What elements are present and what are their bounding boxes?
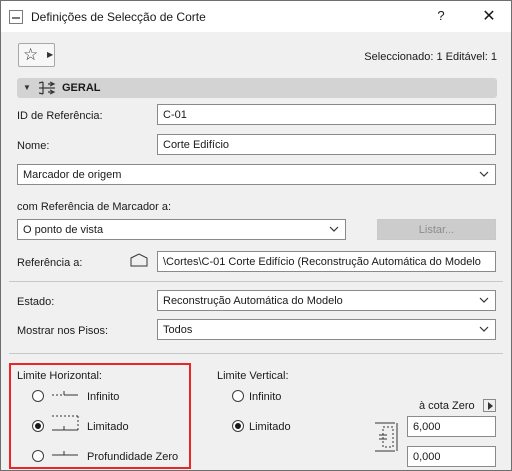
ref-id-field[interactable]: C-01 [157,104,496,125]
show-floors-select-value: Todos [163,324,193,336]
marker-ref-label: com Referência de Marcador a: [17,201,172,213]
zero-elevation-toggle[interactable] [483,399,496,412]
horizontal-limited-radio[interactable] [32,420,44,432]
vertical-limited-radio[interactable] [232,420,244,432]
dialog-window: Definições de Selecção de Corte ? ✕ ☆ ▶ … [0,0,512,471]
horizontal-limited-label[interactable]: Limitado [87,421,129,433]
list-button[interactable]: Listar... [377,219,496,240]
top-elevation-field[interactable]: 6,000 [407,416,496,437]
chevron-down-icon [329,226,339,232]
horizontal-limit-label: Limite Horizontal: [17,370,102,382]
horizontal-zero-depth-radio[interactable] [32,450,44,462]
zero-elevation-label: à cota Zero [419,400,475,412]
name-label: Nome: [17,140,50,152]
favorites-button[interactable]: ☆ ▶ [18,43,55,67]
marker-select-value: Marcador de origem [23,169,122,181]
arrow-right-icon: ▶ [47,50,54,59]
chevron-down-icon [479,326,489,332]
help-button[interactable]: ? [431,8,451,23]
collapse-triangle-icon[interactable]: ▼ [23,83,31,92]
section-header-general[interactable]: ▼ GERAL [17,78,497,98]
reference-label: Referência a: [17,257,83,269]
zero-depth-icon [52,451,78,456]
chevron-down-icon [479,171,489,177]
horizontal-infinite-radio[interactable] [32,390,44,402]
vertical-limited-label[interactable]: Limitado [249,421,291,433]
selection-info: Seleccionado: 1 Editável: 1 [364,51,497,63]
vertical-range-icon [375,422,398,452]
show-floors-label: Mostrar nos Pisos: [17,325,109,337]
window-title: Definições de Selecção de Corte [31,10,206,24]
state-label: Estado: [17,296,55,308]
vertical-infinite-radio[interactable] [232,390,244,402]
separator [9,281,503,282]
marker-select[interactable]: Marcador de origem [17,164,496,185]
name-field[interactable]: Corte Edifício [157,134,496,155]
section-title: GERAL [62,82,101,94]
ref-id-label: ID de Referência: [17,110,103,122]
folder-icon [130,253,148,267]
bottom-elevation-field[interactable]: 0,000 [407,446,496,467]
state-select[interactable]: Reconstrução Automática do Modelo [157,290,496,311]
show-floors-select[interactable]: Todos [157,319,496,340]
marker-ref-select-value: O ponto de vista [23,224,104,236]
vertical-limit-label: Limite Vertical: [217,370,289,382]
title-bar: Definições de Selecção de Corte ? ✕ [1,1,511,32]
horizontal-infinite-label[interactable]: Infinito [87,391,119,403]
close-button[interactable]: ✕ [479,6,499,26]
star-icon: ☆ [23,45,39,64]
state-select-value: Reconstrução Automática do Modelo [163,295,343,307]
vertical-infinite-label[interactable]: Infinito [249,391,281,403]
separator [9,353,503,354]
reference-field[interactable]: \Cortes\C-01 Corte Edifício (Reconstruçã… [157,251,496,272]
limited-limit-icon [52,415,79,431]
marker-ref-select[interactable]: O ponto de vista [17,219,346,240]
section-marker-icon [38,81,56,95]
app-icon [9,10,23,24]
infinite-limit-icon [52,391,78,396]
chevron-down-icon [479,297,489,303]
horizontal-zero-depth-label[interactable]: Profundidade Zero [87,451,178,463]
